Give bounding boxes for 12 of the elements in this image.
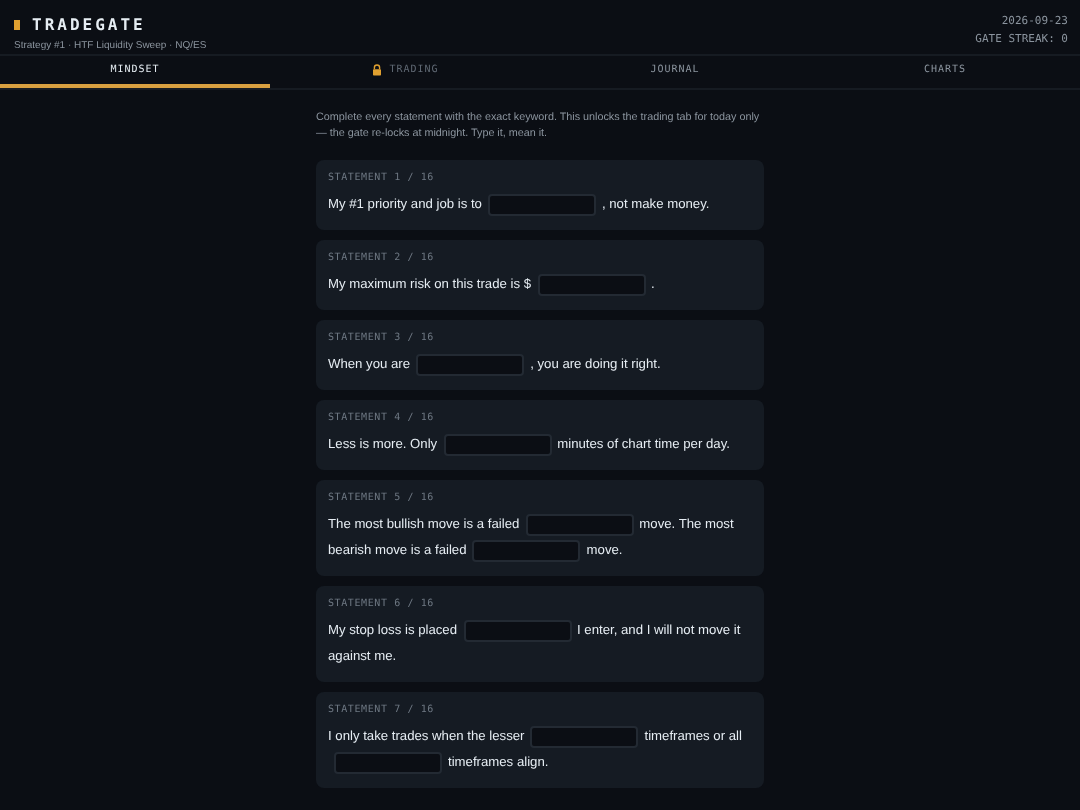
answer-field[interactable]: [443, 433, 552, 456]
lock-icon: [371, 64, 382, 76]
answer-field[interactable]: [537, 273, 645, 296]
app-title: TRADEGATE: [32, 16, 146, 34]
logo-mark: [14, 20, 20, 30]
answer-field[interactable]: [487, 193, 596, 216]
answer-field[interactable]: [472, 539, 581, 562]
answer-field[interactable]: [416, 353, 525, 376]
answer-field[interactable]: [525, 513, 634, 536]
answer-field[interactable]: [530, 725, 639, 748]
answer-field[interactable]: [334, 751, 442, 774]
answer-field[interactable]: [463, 619, 571, 642]
